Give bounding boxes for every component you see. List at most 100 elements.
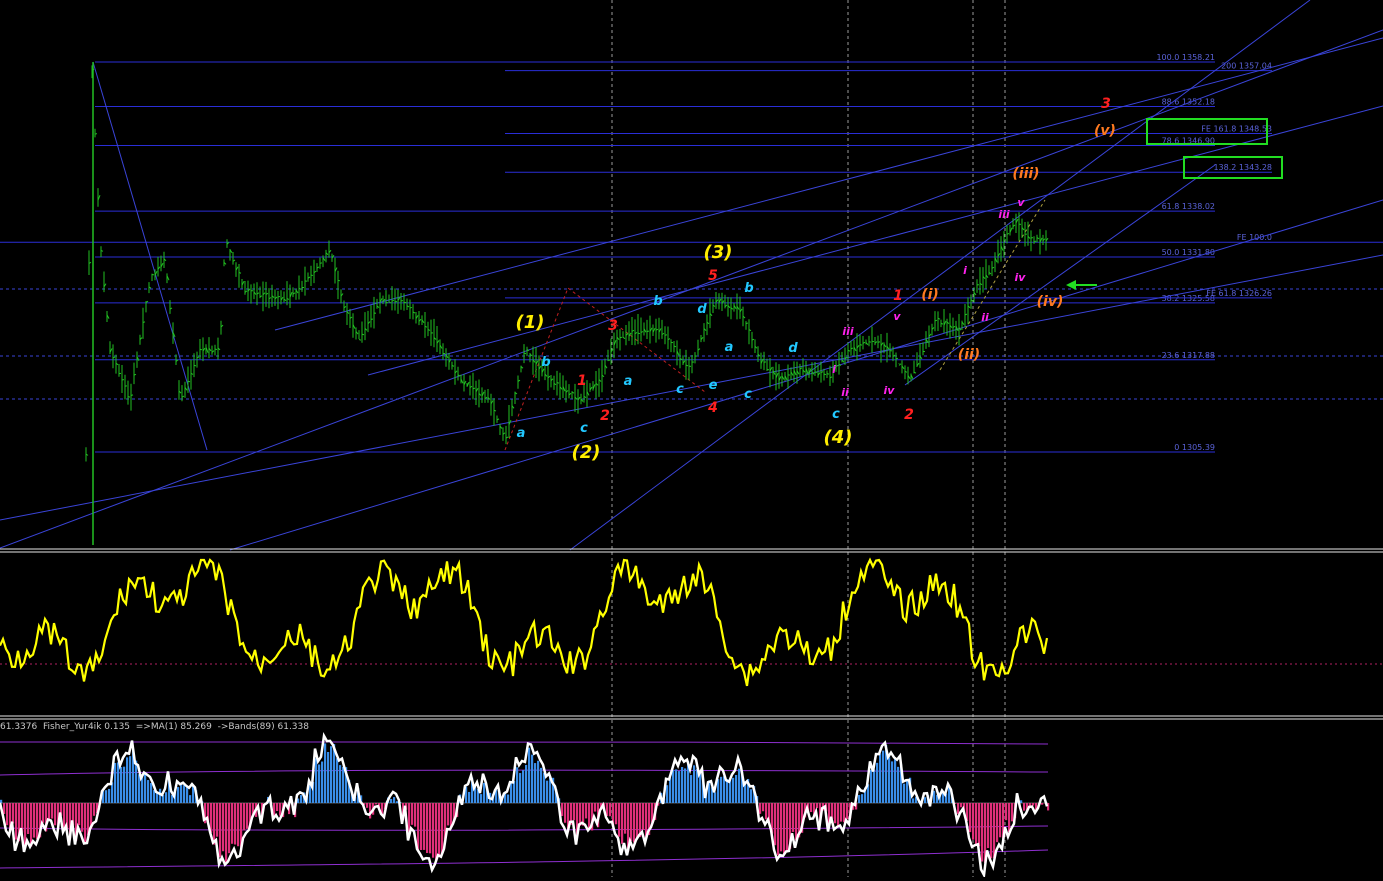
- histogram-bar: [141, 777, 143, 803]
- wave-label: (3): [704, 242, 733, 263]
- wave-label: b: [541, 355, 550, 370]
- band-line: [0, 850, 1048, 868]
- histogram-bar: [675, 769, 677, 803]
- histogram-bar: [690, 775, 692, 803]
- histogram-bar: [969, 803, 971, 832]
- histogram-bar: [219, 803, 221, 857]
- histogram-bar: [27, 803, 29, 834]
- histogram-bar: [564, 803, 566, 823]
- histogram-bar: [177, 787, 179, 803]
- histogram-bar: [846, 803, 848, 819]
- chart-canvas[interactable]: 100.0 1358.21200 1357.0488.6 1352.18FE 1…: [0, 0, 1383, 877]
- histogram-bar: [561, 803, 563, 816]
- band-line: [0, 741, 1048, 744]
- histogram-bar: [585, 803, 587, 818]
- histogram-bar: [480, 794, 482, 803]
- histogram-bar: [774, 803, 776, 845]
- histogram-bar: [339, 765, 341, 803]
- histogram-bar: [36, 803, 38, 839]
- histogram-bar: [888, 757, 890, 803]
- histogram-bar: [573, 803, 575, 820]
- histogram-bar: [810, 803, 812, 812]
- histogram-bar: [999, 803, 1001, 837]
- wave-label: b: [744, 281, 753, 296]
- histogram-bar: [933, 791, 935, 803]
- wave-label: 3: [608, 318, 618, 334]
- histogram-bar: [642, 803, 644, 830]
- histogram-bar: [873, 769, 875, 803]
- histogram-bar: [987, 803, 989, 848]
- histogram-bar: [834, 803, 836, 823]
- wave-label: 4: [707, 400, 718, 416]
- histogram-bar: [693, 765, 695, 803]
- histogram-bar: [420, 803, 422, 850]
- wave-label: v: [1017, 196, 1025, 209]
- histogram-bar: [594, 803, 596, 812]
- price-bar-close: [143, 322, 145, 323]
- histogram-bar: [636, 803, 638, 838]
- histogram-bar: [123, 767, 125, 803]
- wave-label: 1: [577, 373, 587, 389]
- histogram-bar: [507, 795, 509, 803]
- histogram-bar: [1023, 803, 1025, 811]
- histogram-bar: [903, 784, 905, 803]
- histogram-bar: [342, 767, 344, 803]
- price-bar-close: [359, 339, 361, 340]
- histogram-bar: [720, 777, 722, 803]
- wave-label: c: [676, 382, 684, 397]
- price-bar-close: [278, 296, 280, 297]
- histogram-bar: [279, 803, 281, 816]
- wave-label: a: [517, 426, 526, 441]
- histogram-bar: [390, 799, 392, 803]
- histogram-bar: [54, 803, 56, 825]
- histogram-bar: [51, 803, 53, 819]
- histogram-bar: [423, 803, 425, 850]
- price-bar-close: [623, 337, 625, 338]
- wave-label: a: [725, 340, 734, 355]
- wave-label: i: [963, 264, 967, 277]
- histogram-bar: [84, 803, 86, 842]
- fisher-line: [0, 736, 1047, 875]
- histogram-bar: [669, 778, 671, 803]
- fib-level-label: 100.0 1358.21: [1156, 53, 1215, 62]
- histogram-bar: [48, 803, 50, 821]
- histogram-bar: [237, 803, 239, 846]
- histogram-bar: [150, 783, 152, 803]
- price-bar-close: [473, 388, 475, 389]
- price-bar-close: [746, 323, 748, 324]
- histogram-bar: [897, 767, 899, 803]
- histogram-bar: [438, 803, 440, 856]
- histogram-bar: [972, 803, 974, 840]
- histogram-bar: [300, 795, 302, 803]
- histogram-bar: [891, 761, 893, 803]
- histogram-bar: [222, 803, 224, 851]
- histogram-bar: [681, 767, 683, 803]
- histogram-bar: [837, 803, 839, 826]
- price-bar-close: [200, 349, 202, 350]
- wave-line: [940, 200, 1045, 370]
- wave-label: (i): [921, 287, 939, 303]
- price-bar-close: [188, 381, 190, 382]
- wave-label: ii: [981, 311, 989, 324]
- histogram-bar: [42, 803, 44, 823]
- wave-label: iii: [842, 325, 854, 338]
- histogram-bar: [882, 751, 884, 803]
- histogram-bar: [525, 765, 527, 803]
- wave-label: i: [832, 363, 836, 376]
- histogram-bar: [978, 803, 980, 846]
- wave-label: 2: [600, 408, 610, 424]
- wave-label: b: [653, 294, 662, 309]
- histogram-bar: [975, 803, 977, 845]
- histogram-bar: [315, 758, 317, 803]
- price-bar-close: [239, 273, 241, 274]
- histogram-bar: [78, 803, 80, 825]
- histogram-bar: [615, 803, 617, 824]
- histogram-bar: [1011, 803, 1013, 821]
- histogram-bar: [795, 803, 797, 840]
- wave-label: (1): [516, 312, 545, 333]
- histogram-bar: [996, 803, 998, 842]
- histogram-bar: [234, 803, 236, 845]
- oscillator-line: [0, 560, 1047, 686]
- histogram-bar: [186, 787, 188, 803]
- histogram-bar: [105, 790, 107, 803]
